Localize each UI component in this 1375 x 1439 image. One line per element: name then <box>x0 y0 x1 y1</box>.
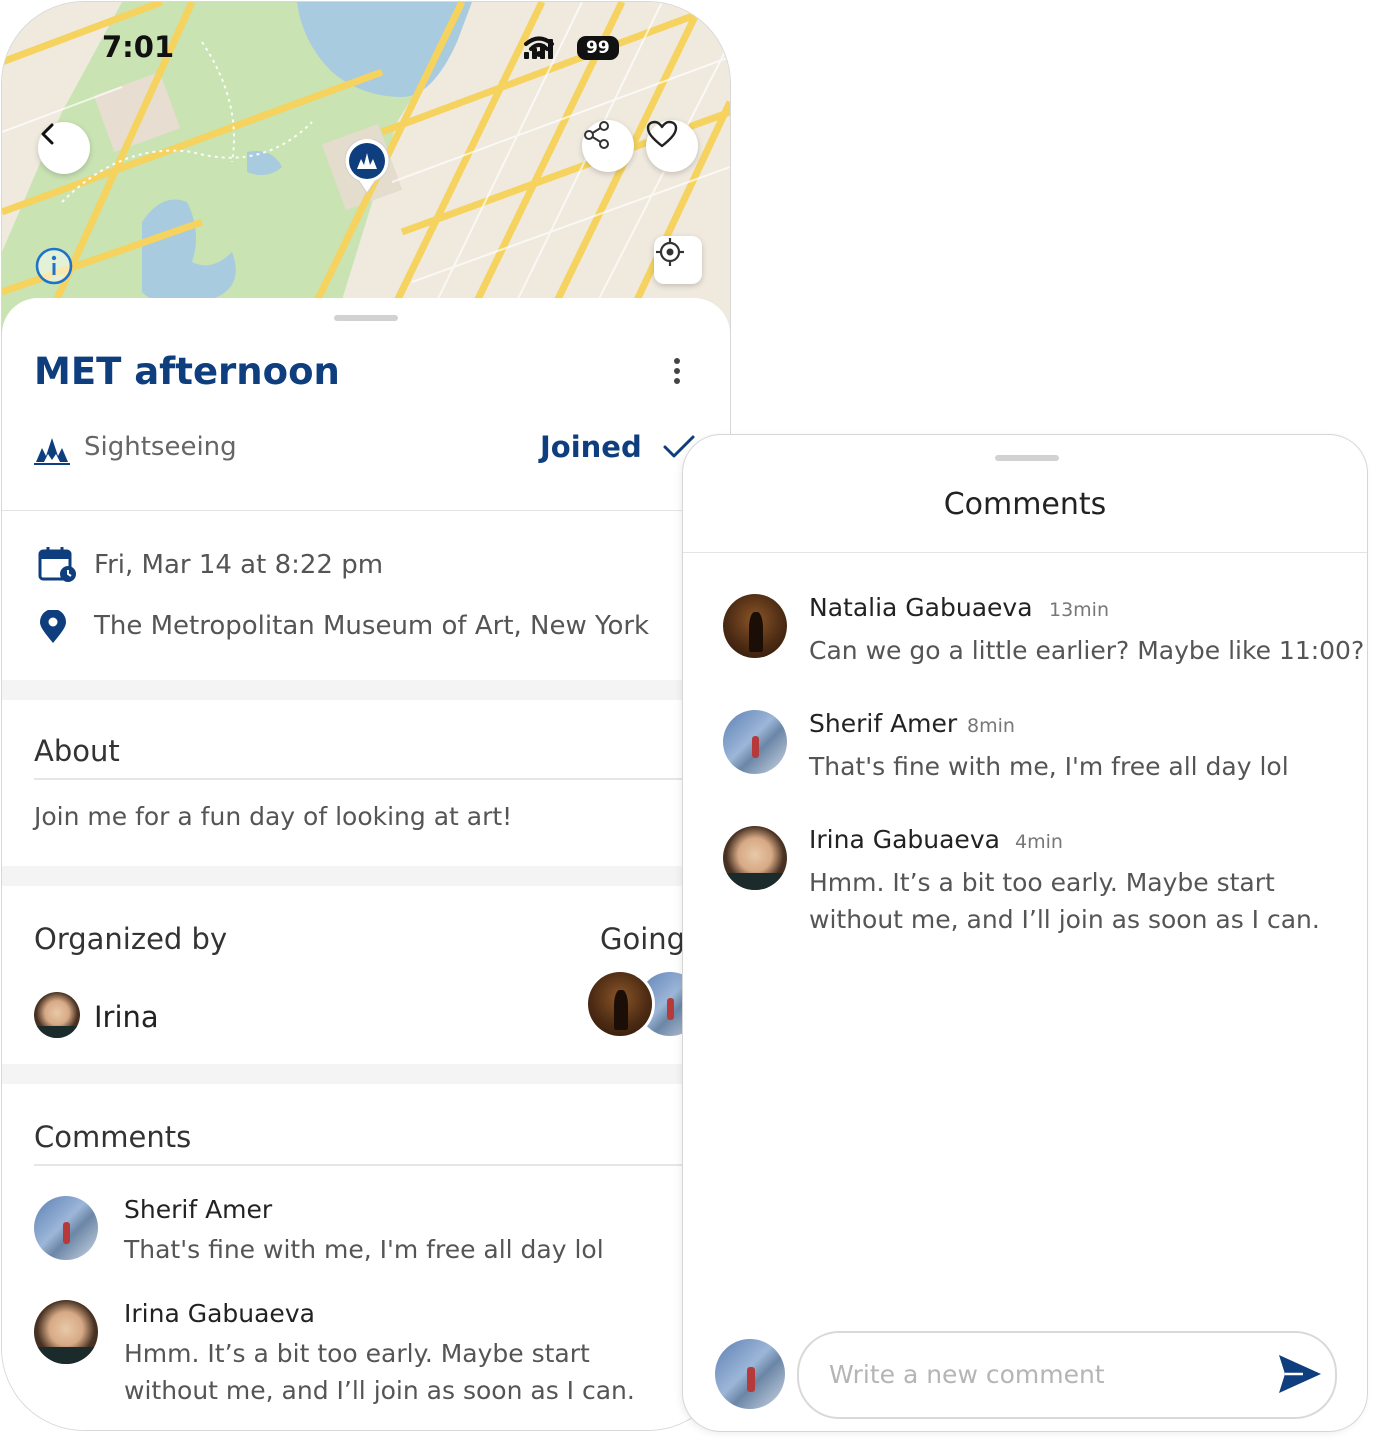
comment-time: 4min <box>1015 831 1063 853</box>
send-comment-button[interactable] <box>1277 1353 1323 1395</box>
status-icons: 99 <box>524 36 619 60</box>
new-comment-box <box>797 1331 1337 1419</box>
battery-indicator: 99 <box>577 36 619 60</box>
location-pin-icon <box>38 609 68 648</box>
kebab-menu-icon <box>670 358 684 384</box>
favorite-button[interactable] <box>646 120 698 172</box>
comment-author[interactable]: Natalia Gabuaeva <box>809 593 1033 622</box>
comment-time: 13min <box>1049 599 1110 621</box>
comment-author[interactable]: Irina Gabuaeva <box>809 825 1000 854</box>
commenter-avatar[interactable] <box>34 1300 98 1364</box>
commenter-avatar[interactable] <box>723 710 787 774</box>
event-location[interactable]: The Metropolitan Museum of Art, New York <box>94 611 649 641</box>
comment-text-line: without me, and I’ll join as soon as I c… <box>809 905 1320 934</box>
comment-text: Can we go a little earlier? Maybe like 1… <box>809 636 1365 665</box>
about-text: Join me for a fun day of looking at art! <box>34 802 513 831</box>
section-separator <box>2 1064 730 1084</box>
organizer-avatar[interactable] <box>34 992 80 1038</box>
commenter-avatar[interactable] <box>34 1196 98 1260</box>
section-separator <box>2 680 730 700</box>
comment-text-line: Hmm. It’s a bit too early. Maybe start <box>124 1339 590 1368</box>
commenter-avatar[interactable] <box>723 594 787 658</box>
share-button[interactable] <box>582 120 634 172</box>
divider <box>683 552 1367 553</box>
comment-text: That's fine with me, I'm free all day lo… <box>809 752 1289 781</box>
going-heading: Going <box>600 922 686 956</box>
locate-me-button[interactable] <box>654 236 702 284</box>
event-datetime: Fri, Mar 14 at 8:22 pm <box>94 550 384 580</box>
sheet-drag-handle[interactable] <box>334 315 398 321</box>
map-view[interactable]: 7:01 99 <box>2 2 730 332</box>
info-icon <box>35 247 73 285</box>
divider <box>34 778 694 780</box>
join-status-button[interactable]: Joined <box>540 430 642 464</box>
comment-author[interactable]: Sherif Amer <box>809 709 957 738</box>
category-icon <box>34 434 70 470</box>
attendee-avatar[interactable] <box>588 972 652 1036</box>
comment-text-line: without me, and I’ll join as soon as I c… <box>124 1376 635 1405</box>
share-icon <box>584 121 609 149</box>
back-button[interactable] <box>38 122 90 174</box>
comment-author[interactable]: Sherif Amer <box>124 1195 272 1224</box>
heart-icon <box>646 120 678 148</box>
new-comment-input[interactable] <box>827 1351 1251 1397</box>
comment-text-line: Hmm. It’s a bit too early. Maybe start <box>809 868 1275 897</box>
more-options-button[interactable] <box>670 358 684 390</box>
status-time: 7:01 <box>102 30 175 64</box>
event-details-sheet: MET afternoon Sightseeing Joined Fri, Ma… <box>2 298 730 1430</box>
organizer-name[interactable]: Irina <box>94 1000 159 1034</box>
comments-panel-title: Comments <box>943 487 1107 522</box>
commenter-avatar[interactable] <box>723 826 787 890</box>
section-separator <box>2 866 730 886</box>
event-title: MET afternoon <box>34 350 340 393</box>
event-screen: 7:01 99 MET afternoon Sightseeing Joined… <box>2 2 730 1430</box>
comment-text: That's fine with me, I'm free all day lo… <box>124 1235 604 1264</box>
current-user-avatar <box>715 1339 785 1409</box>
calendar-icon <box>38 546 78 588</box>
organized-by-heading: Organized by <box>34 922 228 956</box>
send-icon <box>1279 1355 1321 1393</box>
comment-time: 8min <box>967 715 1015 737</box>
back-chevron-icon <box>41 123 54 145</box>
about-heading: About <box>34 734 120 768</box>
map-info-button[interactable] <box>34 246 74 286</box>
panel-drag-handle[interactable] <box>995 455 1059 461</box>
comments-heading: Comments <box>34 1120 192 1154</box>
event-category: Sightseeing <box>84 432 237 462</box>
comments-panel: Comments Natalia Gabuaeva 13min Can we g… <box>683 435 1367 1431</box>
divider <box>2 510 730 511</box>
locate-icon <box>656 238 684 266</box>
comment-author[interactable]: Irina Gabuaeva <box>124 1299 315 1328</box>
map-pin-icon <box>344 139 390 194</box>
divider <box>34 1164 694 1166</box>
